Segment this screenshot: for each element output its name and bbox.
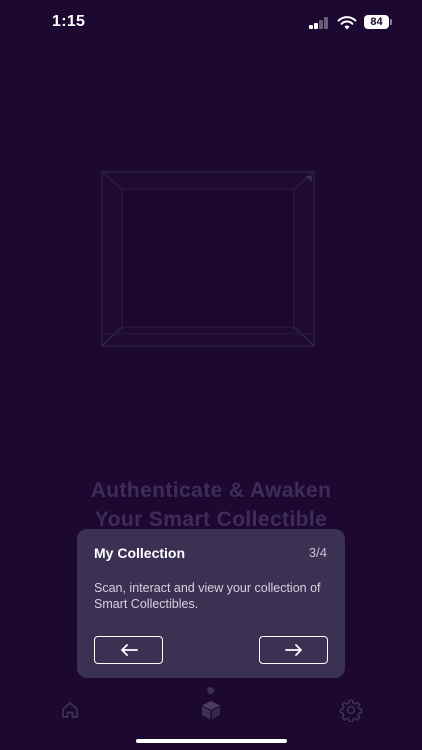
tab-bar [0,690,422,730]
tab-settings[interactable] [338,698,364,722]
status-bar: 1:15 84 [0,0,422,46]
tooltip-step-counter: 3/4 [308,545,327,560]
onboarding-tooltip-card: My Collection 3/4 Scan, interact and vie… [77,529,345,678]
previous-button[interactable] [94,636,163,664]
wifi-icon [337,16,357,30]
glass-cube-illustration [101,171,315,347]
headline-line-1: Authenticate & Awaken [90,479,332,502]
cube-icon [202,701,220,720]
status-time: 1:15 [52,13,86,30]
signal-icon [309,17,329,29]
tooltip-title: My Collection [94,545,186,561]
next-button[interactable] [259,636,328,664]
arrow-left-icon [120,644,138,656]
battery-tip [390,19,392,25]
battery-icon: 84 [364,15,389,29]
gear-icon [339,699,363,722]
tooltip-description: Scan, interact and view your collection … [94,581,321,611]
home-icon [62,702,78,718]
tab-collection[interactable] [198,698,224,722]
tab-home[interactable] [57,698,83,722]
home-indicator [136,739,287,743]
arrow-right-icon [284,644,302,656]
